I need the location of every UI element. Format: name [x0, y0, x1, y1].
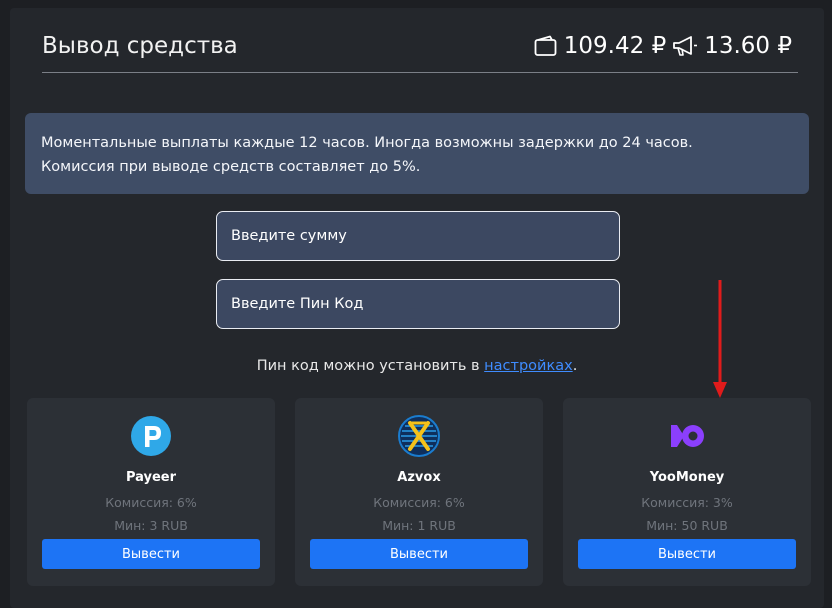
annotation-arrow-icon: [713, 280, 727, 404]
megaphone-icon: [672, 35, 698, 57]
pin-code-input[interactable]: [216, 279, 620, 329]
pin-hint-text: Пин код можно установить в: [256, 358, 485, 374]
withdraw-button-azvox[interactable]: Вывести: [310, 539, 528, 569]
yoomoney-logo-icon: [563, 414, 811, 458]
pin-hint-suffix: .: [572, 358, 578, 374]
method-fee: Комиссия: 6%: [373, 495, 465, 510]
bonus-amount: 13.60 ₽: [704, 33, 792, 59]
notice-line-1: Моментальные выплаты каждые 12 часов. Ин…: [41, 135, 693, 151]
info-notice: Моментальные выплаты каждые 12 часов. Ин…: [25, 113, 809, 194]
azvox-logo-icon: [295, 414, 543, 458]
withdraw-button-payeer[interactable]: Вывести: [42, 539, 260, 569]
balance-amount: 109.42 ₽: [563, 33, 667, 59]
method-name: YooMoney: [649, 470, 725, 485]
pin-hint: Пин код можно установить в настройках.: [10, 358, 824, 374]
wallet-icon: [534, 35, 558, 57]
method-fee: Комиссия: 3%: [641, 495, 733, 510]
header: Вывод средства 109.42 ₽ 13.60 ₽: [42, 32, 798, 73]
method-name: Payeer: [125, 470, 177, 485]
balance-bar: 109.42 ₽ 13.60 ₽: [534, 32, 798, 60]
withdraw-button-yoomoney[interactable]: Вывести: [578, 539, 796, 569]
method-min: Мин: 1 RUB: [382, 518, 456, 533]
notice-line-2: Комиссия при выводе средств составляет д…: [41, 159, 421, 175]
method-min: Мин: 3 RUB: [114, 518, 188, 533]
page-title: Вывод средства: [42, 33, 238, 59]
payment-method-yoomoney: YooMoney Комиссия: 3% Мин: 50 RUB Вывест…: [563, 398, 811, 586]
payeer-logo-icon: [27, 414, 275, 458]
payment-method-payeer: Payeer Комиссия: 6% Мин: 3 RUB Вывести: [27, 398, 275, 586]
method-min: Мин: 50 RUB: [646, 518, 728, 533]
withdraw-panel: Вывод средства 109.42 ₽ 13.60 ₽ Моментал…: [10, 8, 824, 608]
amount-input[interactable]: [216, 211, 620, 261]
method-fee: Комиссия: 6%: [105, 495, 197, 510]
method-name: Azvox: [397, 470, 441, 485]
payment-method-azvox: Azvox Комиссия: 6% Мин: 1 RUB Вывести: [295, 398, 543, 586]
settings-link[interactable]: настройках: [484, 358, 573, 374]
